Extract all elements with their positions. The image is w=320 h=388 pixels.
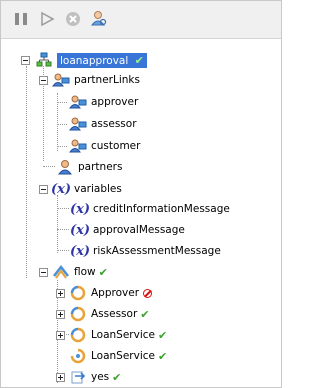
variable-label: riskAssessmentMessage [93, 245, 221, 257]
check-icon: ✔ [157, 349, 168, 363]
pause-icon [15, 13, 27, 25]
partnerlink-label: approver [91, 96, 139, 108]
activity-label: LoanService [91, 350, 155, 362]
check-icon: ✔ [157, 328, 168, 342]
variable-icon: (x) [69, 222, 91, 238]
tree-node-root[interactable]: loanapproval ✔ [21, 50, 147, 70]
flow-label: flow [74, 266, 96, 278]
variable-icon: (x) [69, 243, 91, 259]
expand-toggle[interactable] [56, 330, 65, 340]
tree-node-assessor-activity[interactable]: Assessor ✔ [56, 304, 149, 324]
activity-label: Assessor [91, 308, 138, 320]
partnerlinks-label: partnerLinks [74, 74, 140, 86]
play-icon [41, 11, 55, 27]
variables-icon: (x) [50, 181, 72, 197]
check-icon: ✔ [140, 307, 150, 321]
tree-node-partners[interactable]: partners [56, 157, 122, 177]
stop-button[interactable] [63, 9, 83, 29]
variable-icon: (x) [69, 201, 91, 217]
tree-node-variable[interactable]: (x) approvalMessage [69, 220, 185, 240]
variable-label: approvalMessage [93, 224, 185, 236]
flow-icon [52, 264, 70, 280]
tree-node-assessor[interactable]: assessor [69, 114, 137, 134]
activity-label: yes [91, 371, 110, 383]
sequence-activity-icon [69, 327, 87, 343]
partnerlink-label: assessor [91, 118, 137, 130]
check-icon: ✔ [134, 53, 144, 67]
check-icon: ✔ [98, 265, 108, 279]
activity-label: Approver [91, 287, 140, 299]
tree-node-variable[interactable]: (x) creditInformationMessage [69, 199, 230, 219]
stop-icon [66, 12, 80, 26]
partners-icon [56, 159, 74, 175]
expand-toggle[interactable] [56, 309, 65, 319]
tree-node-partnerlinks[interactable]: partnerLinks [39, 70, 140, 90]
check-icon: ✔ [112, 370, 122, 384]
tree-node-approver[interactable]: approver [69, 92, 138, 112]
partners-label: partners [78, 161, 123, 173]
sequence-activity-icon [69, 285, 87, 301]
play-button[interactable] [37, 9, 57, 29]
variables-label: variables [74, 183, 122, 195]
tree-node-customer[interactable]: customer [69, 136, 140, 156]
partner-link-icon [69, 94, 87, 110]
pause-button[interactable] [11, 9, 31, 29]
tree-node-variable[interactable]: (x) riskAssessmentMessage [69, 241, 221, 261]
collapse-toggle[interactable] [21, 55, 30, 65]
toolbar [1, 1, 281, 39]
user-search-icon [90, 11, 107, 26]
process-icon [35, 52, 53, 68]
tree-node-variables[interactable]: (x) variables [39, 179, 122, 199]
tree-node-yes[interactable]: yes ✔ [56, 367, 121, 387]
process-tree-panel: loanapproval ✔ partnerLinks approver ass… [0, 0, 282, 388]
error-icon [143, 288, 153, 298]
activity-label: LoanService [91, 329, 155, 341]
collapse-toggle[interactable] [39, 184, 48, 194]
root-label: loanapproval [60, 54, 129, 67]
tree-node-approver-activity[interactable]: Approver [56, 283, 153, 303]
invoke-activity-icon [69, 348, 87, 364]
reply-activity-icon [69, 369, 87, 385]
tree-node-loanservice-activity[interactable]: LoanService ✔ [56, 325, 167, 345]
tree-node-flow[interactable]: flow ✔ [39, 262, 108, 282]
collapse-toggle[interactable] [39, 267, 48, 277]
user-search-button[interactable] [89, 9, 109, 29]
tree-node-loanservice-invoke[interactable]: LoanService ✔ [69, 346, 167, 366]
expand-toggle[interactable] [56, 288, 65, 298]
partner-link-icon [69, 138, 87, 154]
collapse-toggle[interactable] [39, 75, 48, 85]
variable-label: creditInformationMessage [93, 203, 230, 215]
partner-links-icon [52, 72, 70, 88]
expand-toggle[interactable] [56, 372, 65, 382]
sequence-activity-icon [69, 306, 87, 322]
partnerlink-label: customer [91, 140, 141, 152]
partner-link-icon [69, 116, 87, 132]
